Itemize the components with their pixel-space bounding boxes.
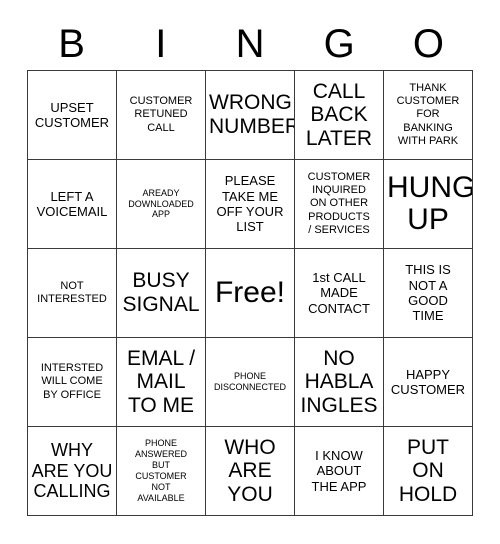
bingo-cell-label: NOT INTERESTED (37, 279, 107, 305)
bingo-cell[interactable]: THIS IS NOT A GOOD TIME (384, 249, 473, 338)
bingo-cell-label: WHO ARE YOU (224, 435, 276, 506)
bingo-cell[interactable]: PLEASE TAKE ME OFF YOUR LIST (206, 160, 295, 249)
bingo-cell-label: NO HABLA INGLES (300, 346, 378, 417)
bingo-cell[interactable]: NOT INTERESTED (28, 249, 117, 338)
bingo-cell-label: I KNOW ABOUT THE APP (311, 448, 367, 494)
bingo-cell-label: PHONE ANSWERED BUT CUSTOMER NOT AVAILABL… (134, 438, 187, 503)
header-letter-b: B (58, 22, 85, 66)
bingo-cell-label: LEFT A VOICEMAIL (36, 188, 108, 219)
bingo-cell[interactable]: HUNG UP (384, 160, 473, 249)
bingo-cell[interactable]: WHO ARE YOU (206, 427, 295, 516)
bingo-grid: UPSET CUSTOMER CUSTOMER RETUNED CALL WRONG… (27, 70, 473, 516)
bingo-cell-label: 1st CALL MADE CONTACT (308, 270, 370, 316)
bingo-cell[interactable]: WHY ARE YOU CALLING (28, 427, 117, 516)
bingo-cell-label: PHONE DISCONNECTED (213, 371, 286, 392)
header-letter-o: O (412, 22, 444, 66)
bingo-cell[interactable]: HAPPY CUSTOMER (384, 338, 473, 427)
bingo-cell-label: THANK CUSTOMER FOR BANKING WITH PARK (396, 82, 460, 147)
bingo-cell[interactable]: WRONG NUMBER (206, 71, 295, 160)
bingo-cell[interactable]: NO HABLA INGLES (295, 338, 384, 427)
bingo-card: B I N G O UPSET CUSTOMER CUSTOMER RETUNED… (0, 0, 500, 544)
bingo-cell-label: EMAL / MAIL TO ME (126, 346, 196, 417)
bingo-cell[interactable]: THANK CUSTOMER FOR BANKING WITH PARK (384, 71, 473, 160)
bingo-cell-label: Free! (214, 275, 286, 309)
header-letter-g: G (323, 22, 355, 66)
bingo-cell[interactable]: CALL BACK LATER (295, 71, 384, 160)
bingo-cell[interactable]: INTERSTED WILL COME BY OFFICE (28, 338, 117, 427)
bingo-cell-label: CUSTOMER RETUNED CALL (129, 95, 193, 134)
bingo-cell[interactable]: EMAL / MAIL TO ME (117, 338, 206, 427)
bingo-cell-label: HUNG UP (387, 170, 473, 236)
header-letter-i: I (155, 22, 167, 66)
bingo-cell[interactable]: LEFT A VOICEMAIL (28, 160, 117, 249)
bingo-cell-label: UPSET CUSTOMER (34, 99, 110, 130)
bingo-cell-label: WHY ARE YOU CALLING (31, 440, 113, 502)
bingo-cell-label: AREADY DOWNLOADED APP (128, 187, 194, 220)
bingo-cell[interactable]: CUSTOMER INQUIRED ON OTHER PRODUCTS / SE… (295, 160, 384, 249)
bingo-cell[interactable]: PHONE ANSWERED BUT CUSTOMER NOT AVAILABL… (117, 427, 206, 516)
bingo-cell-label: WRONG NUMBER (209, 91, 295, 138)
bingo-cell[interactable]: BUSY SIGNAL (117, 249, 206, 338)
bingo-free-space[interactable]: Free! (206, 249, 295, 338)
bingo-cell-label: PLEASE TAKE ME OFF YOUR LIST (216, 173, 284, 235)
bingo-cell-label: THIS IS NOT A GOOD TIME (405, 262, 451, 324)
bingo-cell[interactable]: AREADY DOWNLOADED APP (117, 160, 206, 249)
bingo-cell[interactable]: I KNOW ABOUT THE APP (295, 427, 384, 516)
header-letter-n: N (235, 22, 265, 66)
bingo-cell-label: HAPPY CUSTOMER (390, 366, 466, 397)
bingo-cell-label: BUSY SIGNAL (122, 269, 200, 316)
bingo-cell-label: CUSTOMER INQUIRED ON OTHER PRODUCTS / SE… (307, 171, 371, 236)
bingo-cell-label: CALL BACK LATER (305, 79, 373, 150)
bingo-cell-label: PUT ON HOLD (398, 435, 458, 506)
bingo-cell[interactable]: PHONE DISCONNECTED (206, 338, 295, 427)
bingo-cell[interactable]: CUSTOMER RETUNED CALL (117, 71, 206, 160)
bingo-header: B I N G O (27, 18, 473, 70)
bingo-cell[interactable]: 1st CALL MADE CONTACT (295, 249, 384, 338)
bingo-cell[interactable]: PUT ON HOLD (384, 427, 473, 516)
bingo-cell-label: INTERSTED WILL COME BY OFFICE (40, 362, 104, 401)
bingo-cell[interactable]: UPSET CUSTOMER (28, 71, 117, 160)
